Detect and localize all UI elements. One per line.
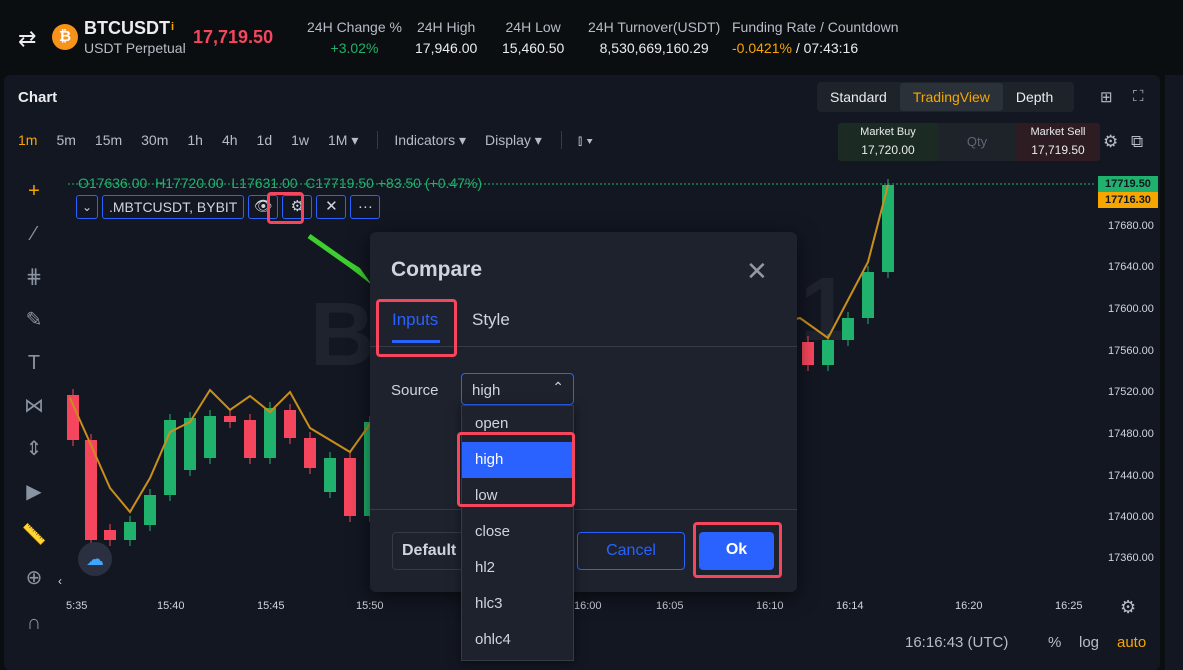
- time-tick: 16:14: [836, 600, 864, 612]
- time-tick: 5:35: [66, 600, 88, 612]
- source-label: Source: [391, 382, 439, 399]
- candle: [67, 395, 79, 440]
- price-tick: 17600.00: [1108, 303, 1154, 315]
- highlight-box: [457, 432, 575, 507]
- percent-toggle[interactable]: %: [1048, 634, 1061, 651]
- option-ohlc4[interactable]: ohlc4: [462, 622, 573, 658]
- price-tick: 17680.00: [1108, 220, 1154, 232]
- tab-style[interactable]: Style: [472, 310, 510, 330]
- highlight-box: [693, 522, 782, 578]
- price-tick: 17640.00: [1108, 261, 1154, 273]
- price-tick: 17480.00: [1108, 428, 1154, 440]
- price-tick: 17560.00: [1108, 345, 1154, 357]
- watermark-text: B: [310, 285, 375, 385]
- time-tick: 16:05: [656, 600, 684, 612]
- highlight-box: [376, 299, 457, 357]
- candle: [324, 458, 336, 492]
- divider: [370, 509, 797, 510]
- option-close[interactable]: close: [462, 514, 573, 550]
- candle: [862, 272, 874, 318]
- price-axis: 17680.00 17640.00 17600.00 17560.00 1752…: [1096, 165, 1160, 585]
- time-tick: 16:10: [756, 600, 784, 612]
- option-hlc3[interactable]: hlc3: [462, 586, 573, 622]
- highlight-box: [267, 192, 304, 224]
- more-icon[interactable]: ···: [350, 195, 381, 219]
- candle: [104, 530, 116, 540]
- candle: [184, 418, 196, 470]
- price-tick: 17440.00: [1108, 470, 1154, 482]
- candle: [124, 522, 136, 540]
- right-panel-edge: [1165, 75, 1183, 670]
- candle: [842, 318, 854, 340]
- arrow-annotation: [307, 233, 362, 275]
- auto-toggle[interactable]: auto: [1117, 634, 1146, 651]
- last-price-label: 17719.50: [1098, 176, 1158, 192]
- series-legend: ⌄ .MBTCUSDT, BYBIT 👁 ⚙ ✕ ···: [76, 195, 381, 219]
- source-select[interactable]: high ⌃: [461, 373, 574, 405]
- time-tick: 15:45: [257, 600, 285, 612]
- ohlc-readout: O17636.00 H17720.00 L17631.00 C17719.50 …: [78, 175, 483, 191]
- axis-settings-icon[interactable]: ⚙: [1120, 597, 1136, 618]
- collapse-toolbar-icon[interactable]: ‹: [58, 574, 62, 588]
- candle: [344, 458, 356, 516]
- candle: [144, 495, 156, 525]
- candle: [244, 420, 256, 458]
- collapse-legend-icon[interactable]: ⌄: [76, 195, 98, 219]
- chevron-up-icon: ⌃: [552, 379, 564, 395]
- log-toggle[interactable]: log: [1079, 634, 1099, 651]
- cancel-button[interactable]: Cancel: [577, 532, 685, 570]
- remove-series-icon[interactable]: ✕: [316, 195, 347, 219]
- candle: [822, 340, 834, 365]
- compare-series-name[interactable]: .MBTCUSDT, BYBIT: [102, 195, 245, 219]
- time-tick: 15:50: [356, 600, 384, 612]
- time-tick: 16:25: [1055, 600, 1083, 612]
- dialog-title: Compare: [391, 258, 483, 281]
- close-icon[interactable]: ✕: [746, 256, 768, 287]
- price-tick: 17520.00: [1108, 386, 1154, 398]
- option-hl2[interactable]: hl2: [462, 550, 573, 586]
- candle: [224, 416, 236, 422]
- time-tick: 16:20: [955, 600, 983, 612]
- brand-logo-icon: ☁: [78, 542, 112, 576]
- time-tick: 16:00: [574, 600, 602, 612]
- price-tick: 17400.00: [1108, 511, 1154, 523]
- price-tick: 17360.00: [1108, 552, 1154, 564]
- candle: [802, 342, 814, 365]
- candle: [304, 438, 316, 468]
- candle: [264, 408, 276, 458]
- candle: [284, 410, 296, 438]
- app: ⇄ ₿ BTCUSDT i USDT Perpetual 17,719.50 2…: [0, 0, 1183, 670]
- compare-price-label: 17716.30: [1098, 192, 1158, 208]
- time-tick: 15:40: [157, 600, 185, 612]
- candle: [204, 416, 216, 458]
- utc-clock: 16:16:43 (UTC): [905, 634, 1009, 651]
